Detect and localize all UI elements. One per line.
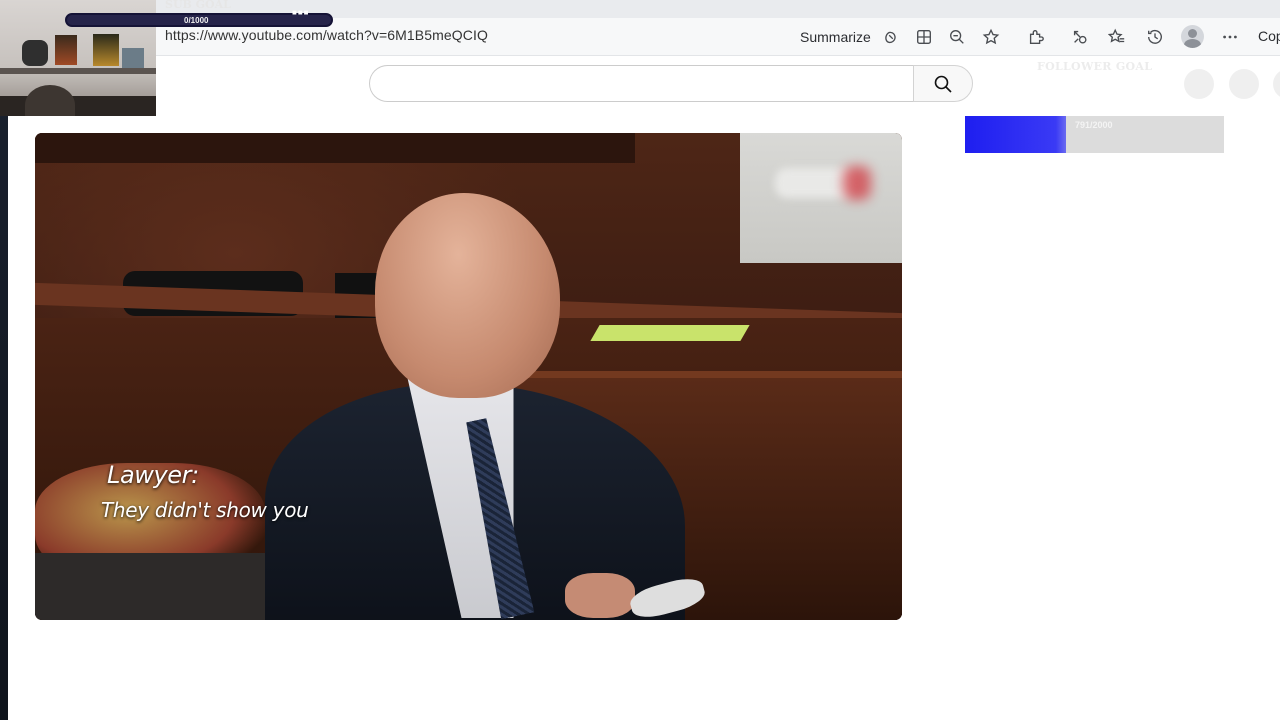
webcam-poster-2: [93, 34, 119, 66]
video-person-head: [375, 193, 560, 398]
video-player[interactable]: Lawyer: They didn't show you: [35, 133, 902, 620]
sub-goal-title: SUB GOAL: [165, 0, 231, 11]
video-wall-panel: [35, 133, 635, 163]
webcam-shelf: [0, 68, 156, 74]
sub-goal-count: 0/1000: [184, 16, 209, 25]
webcam-poster-1: [55, 35, 77, 65]
history-icon[interactable]: [1143, 25, 1167, 49]
extensions-icon[interactable]: [1024, 25, 1048, 49]
search-icon: [934, 75, 952, 93]
follower-goal-title: FOLLOWER GOAL: [1037, 60, 1153, 73]
profile-icon[interactable]: [1181, 25, 1204, 48]
video-blurred-logo-accent: [843, 166, 871, 200]
video-wall-screen: [740, 133, 902, 263]
zoom-out-icon[interactable]: [945, 25, 969, 49]
favorites-icon[interactable]: [1105, 25, 1129, 49]
caption-text: They didn't show you: [101, 498, 309, 522]
webcam-person: [25, 85, 75, 116]
summarize-button[interactable]: Summarize: [800, 25, 871, 49]
caption-speaker: Lawyer:: [107, 461, 199, 489]
screen: https://www.youtube.com/watch?v=6M1B5meQ…: [0, 0, 1280, 720]
search-input[interactable]: [369, 65, 914, 102]
search-button[interactable]: [913, 65, 973, 102]
webcam-desk: [0, 96, 156, 116]
webcam-figurine: [22, 40, 48, 66]
webcam-poster-3: [122, 48, 144, 70]
split-screen-icon[interactable]: [912, 25, 936, 49]
account-button[interactable]: [1229, 69, 1259, 99]
follower-goal-fill: [965, 116, 1066, 153]
browser-essentials-icon[interactable]: [1068, 25, 1092, 49]
copilot-icon[interactable]: [879, 25, 903, 49]
video-person-hand: [565, 573, 635, 618]
copilot-button[interactable]: Cop: [1258, 28, 1280, 44]
overflow-button[interactable]: [1273, 69, 1280, 99]
video-green-paper: [590, 325, 750, 341]
address-bar[interactable]: https://www.youtube.com/watch?v=6M1B5meQ…: [165, 27, 488, 43]
favorite-star-icon[interactable]: [979, 25, 1003, 49]
follower-goal-count: 791/2000: [1075, 120, 1113, 130]
notifications-button[interactable]: [1184, 69, 1214, 99]
more-menu-icon[interactable]: [1218, 25, 1242, 49]
sub-goal-decoration: ■■■: [292, 8, 310, 17]
